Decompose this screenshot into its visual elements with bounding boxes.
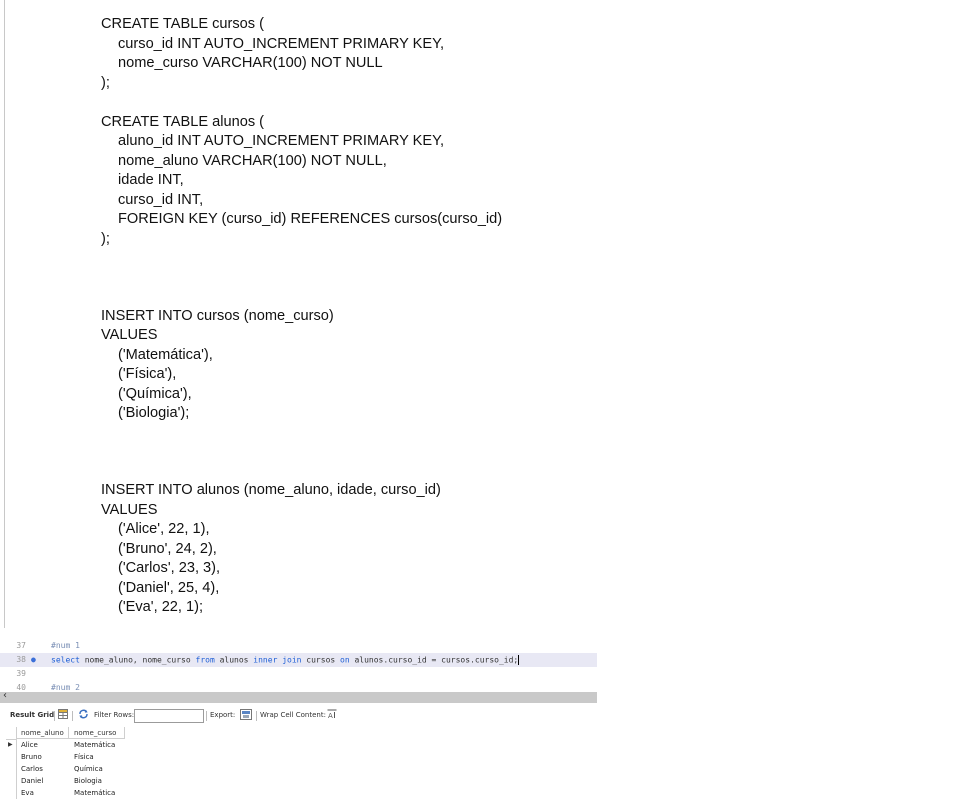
doc-line: INSERT INTO cursos (nome_curso) [101,308,334,324]
doc-line: FOREIGN KEY (curso_id) REFERENCES cursos… [118,211,503,227]
result-grid-tab[interactable]: Result Grid [10,711,54,719]
query-part: nome_aluno, nome_curso [79,655,196,665]
doc-line: ); [101,75,110,91]
toolbar-divider [72,711,73,721]
toolbar-divider [256,711,257,721]
editor-line[interactable]: 37 #num 1 [0,639,597,653]
doc-line: INSERT INTO alunos (nome_aluno, idade, c… [101,482,441,498]
toolbar-divider [206,711,207,721]
result-toolbar: Result Grid Filter Rows: Export: Wrap Ce… [0,707,597,725]
document-left-border [4,0,5,628]
horizontal-scrollbar[interactable]: ‹ [0,690,597,703]
query-part: alunos.curso_id = cursos.curso_id; [349,655,519,665]
query-part: cursos [301,655,341,665]
doc-line: ('Daniel', 25, 4), [118,580,220,596]
grid-cell[interactable]: Matemática [69,787,125,799]
doc-line: ('Química'), [118,386,192,402]
line-number: 37 [16,641,26,650]
line-number: 40 [16,683,26,692]
wrap-cell-content-label: Wrap Cell Content: [260,711,326,719]
comment-text: #num 1 [51,641,80,650]
line-number: 38 [16,655,26,664]
export-label: Export: [210,711,236,719]
doc-line: CREATE TABLE cursos ( [101,16,265,32]
grid-cell[interactable]: Biologia [69,775,125,787]
keyword: select [51,655,80,665]
doc-line: aluno_id INT AUTO_INCREMENT PRIMARY KEY, [118,133,445,149]
doc-line: ('Carlos', 23, 3), [118,560,221,576]
doc-line: VALUES [101,502,158,518]
refresh-icon[interactable] [78,709,89,721]
grid-cell[interactable]: Matemática [69,739,125,751]
doc-line: ('Física'), [118,366,177,382]
doc-line: VALUES [101,327,158,343]
statement-marker-icon: ● [31,655,36,664]
editor-line[interactable]: 40 #num 2 [0,681,597,692]
row-selector[interactable]: ▶ [6,739,17,751]
doc-line: ('Alice', 22, 1), [118,521,210,537]
row-selector[interactable] [6,775,17,787]
row-selector[interactable] [6,787,17,799]
line-number: 39 [16,669,26,678]
doc-line: ('Bruno', 24, 2), [118,541,217,557]
filter-rows-label: Filter Rows: [94,711,135,719]
doc-line: idade INT, [118,172,184,188]
row-selector[interactable] [6,763,17,775]
toolbar-divider [54,711,55,721]
column-header-nome-aluno[interactable]: nome_aluno [17,727,69,739]
grid-cell[interactable]: Alice [17,739,69,751]
editor-line-active[interactable]: 38 ● select nome_aluno, nome_curso from … [0,653,597,667]
editor-line[interactable]: 39 [0,667,597,681]
grid-cell[interactable]: Bruno [17,751,69,763]
row-pointer-icon: ▶ [8,741,13,748]
sql-query[interactable]: select nome_aluno, nome_curso from aluno… [51,655,520,665]
doc-line: ('Biologia'); [118,405,190,421]
svg-text:A: A [328,712,333,719]
export-icon[interactable] [240,709,252,722]
grid-icon[interactable] [58,709,68,721]
keyword: from [195,655,215,665]
filter-rows-input[interactable] [134,709,204,723]
keyword: inner [253,655,278,665]
scroll-left-arrow-icon[interactable]: ‹ [3,690,7,701]
row-selector[interactable] [6,751,17,763]
doc-line: ('Matemática'), [118,347,213,363]
text-caret [518,655,520,665]
sql-editor[interactable]: 37 #num 1 38 ● select nome_aluno, nome_c… [0,636,597,692]
grid-cell[interactable]: Eva [17,787,69,799]
doc-line: curso_id INT AUTO_INCREMENT PRIMARY KEY, [118,36,445,52]
column-header-nome-curso[interactable]: nome_curso [69,727,125,739]
grid-cell[interactable]: Daniel [17,775,69,787]
doc-line: nome_curso VARCHAR(100) NOT NULL [118,55,383,71]
doc-line: curso_id INT, [118,192,204,208]
doc-line: ('Eva', 22, 1); [118,599,204,615]
doc-line: CREATE TABLE alunos ( [101,114,265,130]
comment-text: #num 2 [51,683,80,692]
query-part: alunos [214,655,254,665]
keyword: on [340,655,350,665]
keyword: join [282,655,302,665]
grid-cell[interactable]: Física [69,751,125,763]
sql-document: CREATE TABLE cursos ( curso_id INT AUTO_… [0,0,957,628]
grid-cell[interactable]: Carlos [17,763,69,775]
wrap-icon[interactable]: A [327,709,337,721]
grid-cell[interactable]: Química [69,763,125,775]
doc-line: nome_aluno VARCHAR(100) NOT NULL, [118,153,387,169]
doc-line: ); [101,231,110,247]
